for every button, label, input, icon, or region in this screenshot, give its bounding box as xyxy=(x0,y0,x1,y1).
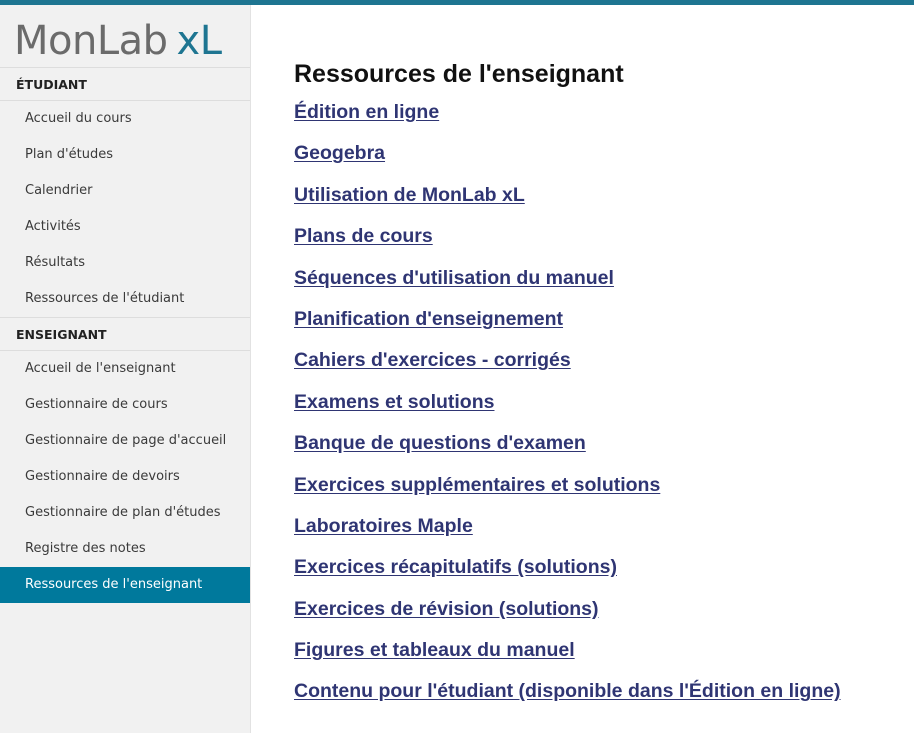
student-nav-list: Accueil du cours Plan d'études Calendrie… xyxy=(0,101,250,317)
logo-part-1: MonLab xyxy=(14,18,168,64)
link-exam-question-bank[interactable]: Banque de questions d'examen xyxy=(294,432,586,454)
link-summary-exercises[interactable]: Exercices récapitulatifs (solutions) xyxy=(294,556,617,578)
list-item: Utilisation de MonLab xL xyxy=(294,181,904,222)
link-student-content[interactable]: Contenu pour l'étudiant (disponible dans… xyxy=(294,680,841,702)
sidebar-item-gradebook[interactable]: Registre des notes xyxy=(0,531,250,567)
sidebar-item-student-resources[interactable]: Ressources de l'étudiant xyxy=(0,281,250,317)
sidebar-item-study-plan[interactable]: Plan d'études xyxy=(0,137,250,173)
link-online-edition[interactable]: Édition en ligne xyxy=(294,101,439,123)
sidebar-item-course-home[interactable]: Accueil du cours xyxy=(0,101,250,137)
list-item: Geogebra xyxy=(294,139,904,180)
sidebar-item-results[interactable]: Résultats xyxy=(0,245,250,281)
list-item: Cahiers d'exercices - corrigés xyxy=(294,346,904,387)
link-review-exercises[interactable]: Exercices de révision (solutions) xyxy=(294,598,599,620)
list-item: Figures et tableaux du manuel xyxy=(294,636,904,677)
sidebar-item-study-plan-manager[interactable]: Gestionnaire de plan d'études xyxy=(0,495,250,531)
monlab-logo[interactable]: MonLab xL xyxy=(0,5,250,67)
sidebar-item-assignment-manager[interactable]: Gestionnaire de devoirs xyxy=(0,459,250,495)
list-item: Banque de questions d'examen xyxy=(294,429,904,470)
sidebar: MonLab xL ÉTUDIANT Accueil du cours Plan … xyxy=(0,5,251,733)
list-item: Plans de cours xyxy=(294,222,904,263)
link-manual-sequences[interactable]: Séquences d'utilisation du manuel xyxy=(294,267,614,289)
section-header-teacher: ENSEIGNANT xyxy=(0,317,250,351)
list-item: Édition en ligne xyxy=(294,98,904,139)
sidebar-item-course-manager[interactable]: Gestionnaire de cours xyxy=(0,387,250,423)
link-teaching-planning[interactable]: Planification d'enseignement xyxy=(294,308,563,330)
list-item: Examens et solutions xyxy=(294,388,904,429)
list-item: Séquences d'utilisation du manuel xyxy=(294,264,904,305)
section-header-student: ÉTUDIANT xyxy=(0,67,250,101)
teacher-nav-list: Accueil de l'enseignant Gestionnaire de … xyxy=(0,351,250,603)
list-item: Planification d'enseignement xyxy=(294,305,904,346)
list-item: Laboratoires Maple xyxy=(294,512,904,553)
list-item: Exercices supplémentaires et solutions xyxy=(294,471,904,512)
link-figures-tables[interactable]: Figures et tableaux du manuel xyxy=(294,639,575,661)
link-using-monlab[interactable]: Utilisation de MonLab xL xyxy=(294,184,525,206)
sidebar-item-teacher-home[interactable]: Accueil de l'enseignant xyxy=(0,351,250,387)
link-exams-solutions[interactable]: Examens et solutions xyxy=(294,391,494,413)
link-maple-labs[interactable]: Laboratoires Maple xyxy=(294,515,473,537)
link-course-plans[interactable]: Plans de cours xyxy=(294,225,433,247)
sidebar-item-activities[interactable]: Activités xyxy=(0,209,250,245)
list-item: Exercices récapitulatifs (solutions) xyxy=(294,553,904,594)
link-workbook-answers[interactable]: Cahiers d'exercices - corrigés xyxy=(294,349,571,371)
list-item: Contenu pour l'étudiant (disponible dans… xyxy=(294,677,904,718)
main-content: Ressources de l'enseignant Édition en li… xyxy=(294,58,904,719)
sidebar-item-homepage-manager[interactable]: Gestionnaire de page d'accueil xyxy=(0,423,250,459)
logo-part-2: xL xyxy=(176,18,222,64)
sidebar-item-teacher-resources[interactable]: Ressources de l'enseignant xyxy=(0,567,250,603)
list-item: Exercices de révision (solutions) xyxy=(294,595,904,636)
resource-link-list: Édition en ligne Geogebra Utilisation de… xyxy=(294,98,904,719)
page-title: Ressources de l'enseignant xyxy=(294,60,624,88)
link-geogebra[interactable]: Geogebra xyxy=(294,142,385,164)
link-extra-exercises[interactable]: Exercices supplémentaires et solutions xyxy=(294,474,660,496)
sidebar-item-calendar[interactable]: Calendrier xyxy=(0,173,250,209)
